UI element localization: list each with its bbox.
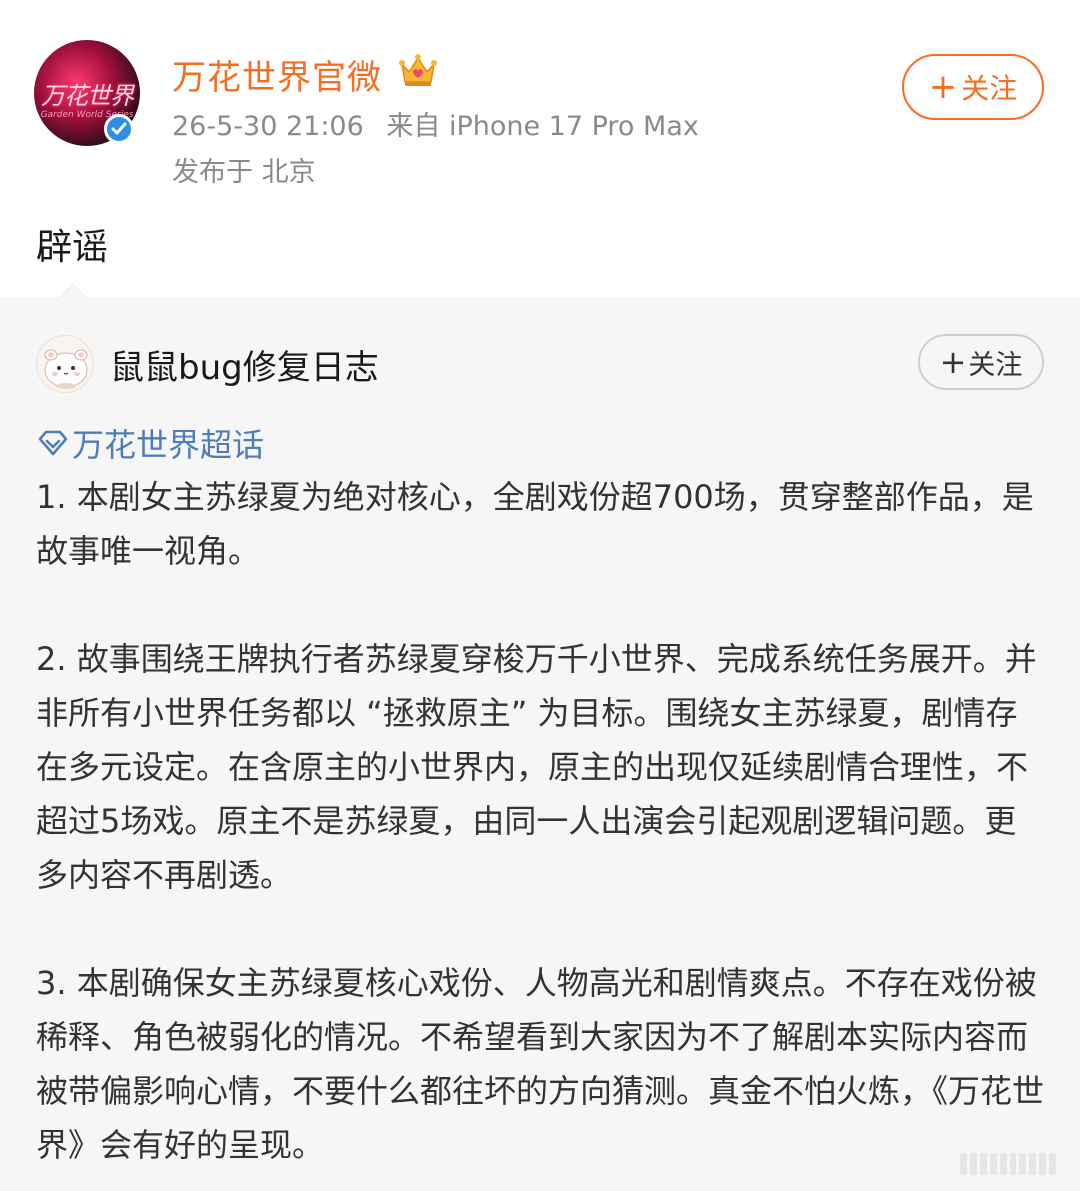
post-timestamp: 26-5-30 21:06: [172, 111, 364, 142]
repost-follow-button[interactable]: + 关注: [918, 334, 1044, 390]
watermark-stripes: [960, 1150, 1057, 1178]
supertopic-label: 万花世界超话: [72, 426, 265, 464]
weibo-post: 万花世界 Garden World Series 万花世界官微 26-5-30 …: [0, 0, 1080, 1191]
post-source: 来自 iPhone 17 Pro Max: [386, 111, 699, 142]
paragraph: 1. 本剧女主苏绿夏为绝对核心，全剧戏份超700场，贯穿整部作品，是故事唯一视角…: [36, 478, 1034, 570]
hamster-avatar-icon: [44, 349, 88, 389]
repost-body: 1. 本剧女主苏绿夏为绝对核心，全剧戏份超700场，贯穿整部作品，是故事唯一视角…: [36, 470, 1046, 1172]
post-meta: 26-5-30 21:06 来自 iPhone 17 Pro Max: [172, 104, 699, 143]
follow-button[interactable]: + 关注: [902, 54, 1044, 120]
plus-icon: +: [928, 67, 958, 107]
paragraph: 3. 本剧确保女主苏绿夏核心戏份、人物高光和剧情爽点。不存在戏份被稀释、角色被弱…: [36, 964, 1045, 1164]
crown-icon: [399, 54, 437, 86]
follow-label: 关注: [968, 349, 1023, 381]
avatar-logo-text: 万花世界: [41, 82, 134, 110]
paragraph: 2. 故事围绕王牌执行者苏绿夏穿梭万千小世界、完成系统任务展开。并非所有小世界任…: [36, 640, 1037, 894]
follow-label: 关注: [961, 72, 1018, 105]
post-location: 发布于 北京: [172, 157, 316, 188]
author-name[interactable]: 万花世界官微: [172, 50, 382, 99]
verified-icon: [104, 114, 134, 144]
supertopic-link[interactable]: 万花世界超话: [36, 420, 264, 466]
post-text: 辟谣: [36, 227, 109, 268]
diamond-icon: [38, 430, 68, 456]
repost-author-name[interactable]: 鼠鼠bug修复日志: [110, 340, 379, 389]
plus-icon: +: [939, 343, 967, 381]
repost-author-avatar[interactable]: [36, 335, 94, 393]
